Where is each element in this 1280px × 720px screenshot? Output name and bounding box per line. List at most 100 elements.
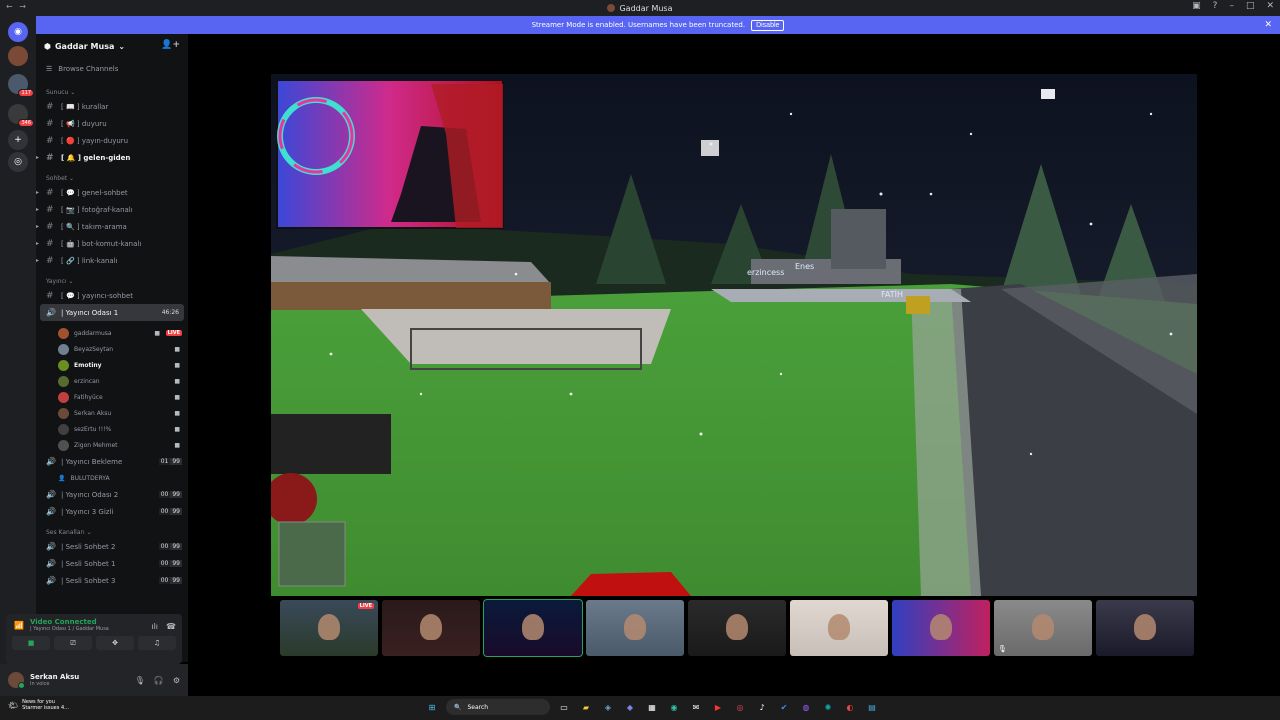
disconnect-icon[interactable]: ☎ <box>166 622 176 631</box>
screen-share-video[interactable]: erzincess Enes FATİH <box>271 74 1197 596</box>
category-label: Yayıncı <box>46 278 67 285</box>
player-label: FATİH <box>881 290 903 299</box>
user-count: 00 99 <box>158 543 182 550</box>
messenger-icon[interactable]: ◍ <box>798 699 814 715</box>
share-screen-button[interactable]: ⎚ <box>54 636 92 650</box>
server-icon-2[interactable]: 117 <box>8 74 34 97</box>
avatar[interactable] <box>8 672 25 689</box>
teams-icon[interactable]: ◆ <box>622 699 638 715</box>
participant-tile[interactable] <box>586 600 684 656</box>
count-current: 00 <box>158 491 171 498</box>
participant-tile[interactable] <box>790 600 888 656</box>
headphones-icon[interactable]: 🎧 <box>154 676 164 685</box>
invite-people-icon[interactable]: 👤+ <box>161 40 180 50</box>
edge-icon[interactable]: ◉ <box>666 699 682 715</box>
voice-user[interactable]: 👤 BULUTDERYA <box>36 470 188 486</box>
text-channel[interactable]: # [ 📢 ] duyuru <box>36 115 188 132</box>
voice-channel[interactable]: 🔊 | Sesli Sohbet 1 00 99 <box>36 555 188 572</box>
inbox-icon[interactable]: ▣ <box>1192 1 1201 11</box>
participant-tile[interactable]: 🎙 <box>994 600 1092 656</box>
server-icon-3[interactable]: 346 <box>8 104 34 127</box>
text-channel[interactable]: # [ 🔴 ] yayın-duyuru <box>36 132 188 149</box>
voice-user[interactable]: sezErtu !!!% ■ <box>36 421 188 437</box>
minimize-button[interactable]: – <box>1229 1 1234 11</box>
server-icon-1[interactable] <box>8 46 28 66</box>
participant-video <box>726 614 748 640</box>
text-channel[interactable]: ▸ # [ 🔔 ] gelen-giden <box>36 149 188 166</box>
voice-user[interactable]: Fatihyüce ■ <box>36 389 188 405</box>
voice-user[interactable]: Serkan Aksu ■ <box>36 405 188 421</box>
camera-button[interactable]: ■ <box>12 636 50 650</box>
browse-channels[interactable]: ☰ Browse Channels <box>36 58 188 80</box>
close-banner-icon[interactable]: ✕ <box>1264 20 1272 30</box>
voice-user[interactable]: BeyazSeytan ■ <box>36 341 188 357</box>
text-channel[interactable]: ▸ # [ 🔍 ] takım-arama <box>36 218 188 235</box>
settings-gear-icon[interactable]: ⚙ <box>173 676 180 685</box>
tiktok-icon[interactable]: ♪ <box>754 699 770 715</box>
voice-channel[interactable]: 🔊 | Sesli Sohbet 3 00 99 <box>36 572 188 589</box>
activities-button[interactable]: ✥ <box>96 636 134 650</box>
signal-icon[interactable]: 📶 <box>14 621 24 630</box>
server-header[interactable]: ⬢ Gaddar Musa ⌄ 👤+ <box>36 34 188 58</box>
server-icon-0[interactable]: ◉ <box>8 22 28 42</box>
category-ses-kanallari[interactable]: Ses Kanalları ⌄ <box>36 524 188 538</box>
participant-video <box>318 614 340 640</box>
channel-yayinci-sohbet[interactable]: # [ 💬 ] yayıncı-sohbet <box>36 287 188 304</box>
voice-user[interactable]: gaddarmusa ■ LIVE <box>36 325 188 341</box>
taskbar-search[interactable]: 🔍 Search <box>446 699 550 715</box>
noise-suppression-icon[interactable]: ılı <box>151 622 158 631</box>
participant-tile[interactable] <box>483 599 583 657</box>
participant-tile[interactable] <box>688 600 786 656</box>
voice-channel[interactable]: 🔊 | Sesli Sohbet 2 00 99 <box>36 538 188 555</box>
news-widget[interactable]: 🌤 News for you Starmer issues 4... <box>8 699 69 711</box>
text-channel[interactable]: ▸ # [ 📷 ] fotoğraf-kanalı <box>36 201 188 218</box>
voice-location[interactable]: | Yayıncı Odası 1 / Gaddar Musa <box>30 626 109 632</box>
text-channel[interactable]: ▸ # [ 🔗 ] link-kanalı <box>36 252 188 269</box>
text-channel[interactable]: ▸ # [ 🤖 ] bot-komut-kanalı <box>36 235 188 252</box>
microphone-icon[interactable]: 🎙 <box>135 676 145 685</box>
maximize-button[interactable]: □ <box>1246 1 1255 11</box>
soundboard-button[interactable]: ♫ <box>138 636 176 650</box>
voice-channel-yayinci-odasi-1[interactable]: 🔊 | Yayıncı Odası 1 46:26 <box>40 304 184 321</box>
task-view-icon[interactable]: ▭ <box>556 699 572 715</box>
voice-channel[interactable]: 🔊 | Yayıncı 3 Gizli 00 99 <box>36 503 188 520</box>
help-icon[interactable]: ? <box>1213 1 1218 11</box>
taskbar-apps: ⊞ 🔍 Search ▭ ▰ ◈ ◆ ▦ ◉ ✉ ▶ ◎ ♪ ✔ ◍ ✺ ◐ ▤ <box>424 699 880 715</box>
participant-tile[interactable] <box>1096 600 1194 656</box>
todo-icon[interactable]: ✔ <box>776 699 792 715</box>
chatgpt-icon[interactable]: ✺ <box>820 699 836 715</box>
file-explorer-icon[interactable]: ▰ <box>578 699 594 715</box>
news-icon: 🌤 <box>8 700 19 710</box>
voice-user[interactable]: Emotiny ■ <box>36 357 188 373</box>
voice-speaker-icon: 🔊 <box>46 490 56 499</box>
voice-user[interactable]: erzincan ■ <box>36 373 188 389</box>
participant-tile[interactable] <box>892 600 990 656</box>
voice-channel[interactable]: 🔊 | Yayıncı Odası 2 00 99 <box>36 486 188 503</box>
youtube-icon[interactable]: ▶ <box>710 699 726 715</box>
chevron-right-icon: ▸ <box>36 223 40 230</box>
category-yayinci[interactable]: Yayıncı ⌄ <box>36 273 188 287</box>
category-sohbet[interactable]: Sohbet ⌄ <box>36 170 188 184</box>
text-channel[interactable]: # [ 📖 ] kurallar <box>36 98 188 115</box>
window-title-text: Gaddar Musa <box>619 3 673 13</box>
category-sunucu[interactable]: Sunucu ⌄ <box>36 84 188 98</box>
notepad-icon[interactable]: ▤ <box>864 699 880 715</box>
participant-tile[interactable] <box>382 600 480 656</box>
copilot-icon[interactable]: ◈ <box>600 699 616 715</box>
store-icon[interactable]: ▦ <box>644 699 660 715</box>
mail-icon[interactable]: ✉ <box>688 699 704 715</box>
text-channel[interactable]: ▸ # [ 💬 ] genel-sohbet <box>36 184 188 201</box>
close-button[interactable]: ✕ <box>1266 1 1274 11</box>
server-icon-5[interactable]: ◎ <box>8 152 28 172</box>
server-icon-4[interactable]: + <box>8 130 28 150</box>
channel-label: [ 🔗 ] link-kanalı <box>61 256 118 265</box>
voice-channel-yayinci-bekleme[interactable]: 🔊 | Yayıncı Bekleme 01 99 <box>36 453 188 470</box>
chrome-icon[interactable]: ◐ <box>842 699 858 715</box>
nav-arrows[interactable]: ← → <box>6 2 28 11</box>
windows-start-icon[interactable]: ⊞ <box>424 699 440 715</box>
voice-connection-panel: 📶 Video Connected | Yayıncı Odası 1 / Ga… <box>6 614 182 664</box>
voice-user[interactable]: Zigon Mehmet ■ <box>36 437 188 453</box>
instagram-icon[interactable]: ◎ <box>732 699 748 715</box>
disable-streamer-mode-button[interactable]: Disable <box>751 19 785 31</box>
participant-tile[interactable]: LIVE <box>280 600 378 656</box>
